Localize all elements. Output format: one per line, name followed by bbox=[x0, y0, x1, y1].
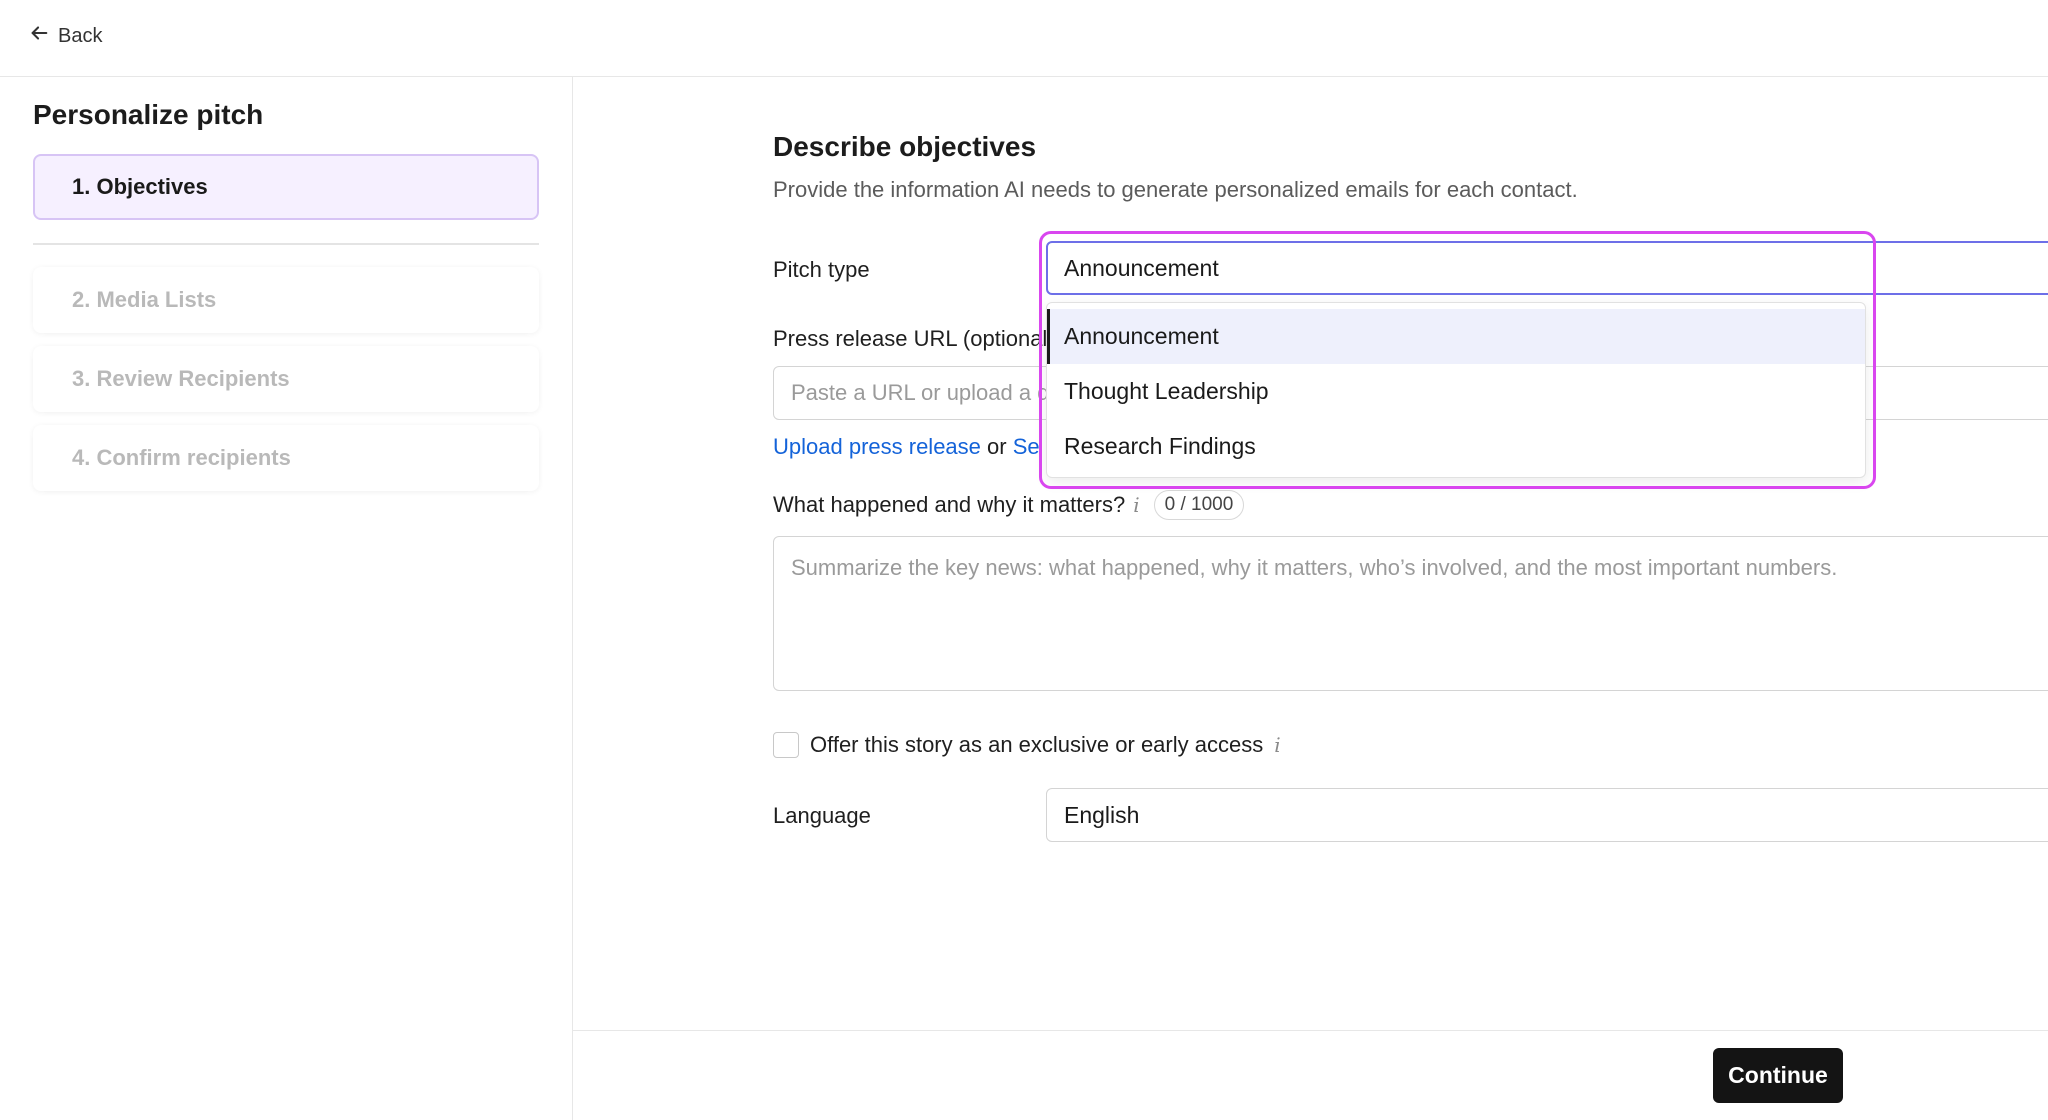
upload-press-release-link[interactable]: Upload press release bbox=[773, 434, 981, 459]
back-button[interactable]: Back bbox=[28, 22, 102, 50]
option-label: Thought Leadership bbox=[1064, 378, 1269, 404]
language-select[interactable]: English bbox=[1046, 788, 2048, 842]
pitch-type-select[interactable]: Announcement bbox=[1046, 241, 2048, 295]
what-happened-placeholder: Summarize the key news: what happened, w… bbox=[791, 555, 1838, 580]
section-title: Describe objectives bbox=[773, 131, 1037, 162]
pitch-type-value: Announcement bbox=[1064, 254, 1219, 281]
step-label: 4. Confirm recipients bbox=[72, 445, 291, 470]
step-label: 1. Objectives bbox=[72, 174, 208, 199]
character-counter: 0 / 1000 bbox=[1153, 490, 1245, 520]
continue-button[interactable]: Continue bbox=[1713, 1048, 1843, 1103]
secondary-link[interactable]: Se bbox=[1013, 434, 1040, 459]
what-happened-label-row: What happened and why it matters? i 0 / … bbox=[773, 490, 1245, 520]
what-happened-textarea[interactable]: Summarize the key news: what happened, w… bbox=[773, 536, 2048, 691]
language-label: Language bbox=[773, 803, 871, 828]
step-label: 2. Media Lists bbox=[72, 287, 217, 312]
press-release-label: Press release URL (optional) bbox=[773, 326, 1055, 351]
pitch-type-label: Pitch type bbox=[773, 257, 870, 282]
option-announcement[interactable]: Announcement bbox=[1047, 309, 1865, 364]
sidebar: Personalize pitch 1. Objectives 2. Media… bbox=[0, 77, 573, 1120]
exclusive-checkbox[interactable] bbox=[773, 732, 799, 758]
sidebar-title: Personalize pitch bbox=[33, 99, 264, 130]
exclusive-label: Offer this story as an exclusive or earl… bbox=[810, 732, 1264, 757]
main-panel: Describe objectives Provide the informat… bbox=[573, 77, 2048, 1030]
step-objectives[interactable]: 1. Objectives bbox=[33, 154, 539, 220]
option-research-findings[interactable]: Research Findings bbox=[1047, 419, 1865, 474]
footer-bar: Continue bbox=[573, 1030, 2048, 1120]
info-icon[interactable]: i bbox=[1133, 493, 1139, 517]
option-label: Announcement bbox=[1064, 323, 1219, 349]
option-label: Research Findings bbox=[1064, 433, 1256, 459]
sidebar-divider bbox=[33, 243, 539, 245]
step-confirm-recipients[interactable]: 4. Confirm recipients bbox=[33, 425, 539, 491]
option-thought-leadership[interactable]: Thought Leadership bbox=[1047, 364, 1865, 419]
arrow-left-icon bbox=[28, 22, 50, 50]
info-icon[interactable]: i bbox=[1274, 733, 1280, 757]
section-subtitle: Provide the information AI needs to gene… bbox=[773, 177, 1578, 202]
language-value: English bbox=[1064, 801, 1140, 828]
or-text: or bbox=[987, 434, 1007, 459]
step-media-lists[interactable]: 2. Media Lists bbox=[33, 267, 539, 333]
what-happened-label: What happened and why it matters? bbox=[773, 492, 1126, 517]
exclusive-row: Offer this story as an exclusive or earl… bbox=[773, 732, 1281, 758]
top-bar: Back bbox=[0, 0, 2048, 77]
step-review-recipients[interactable]: 3. Review Recipients bbox=[33, 346, 539, 412]
press-release-links: Upload press release or Se bbox=[773, 434, 1040, 460]
back-label: Back bbox=[58, 24, 103, 47]
pitch-type-dropdown-menu: Announcement Thought Leadership Research… bbox=[1046, 302, 1866, 478]
step-label: 3. Review Recipients bbox=[72, 366, 290, 391]
